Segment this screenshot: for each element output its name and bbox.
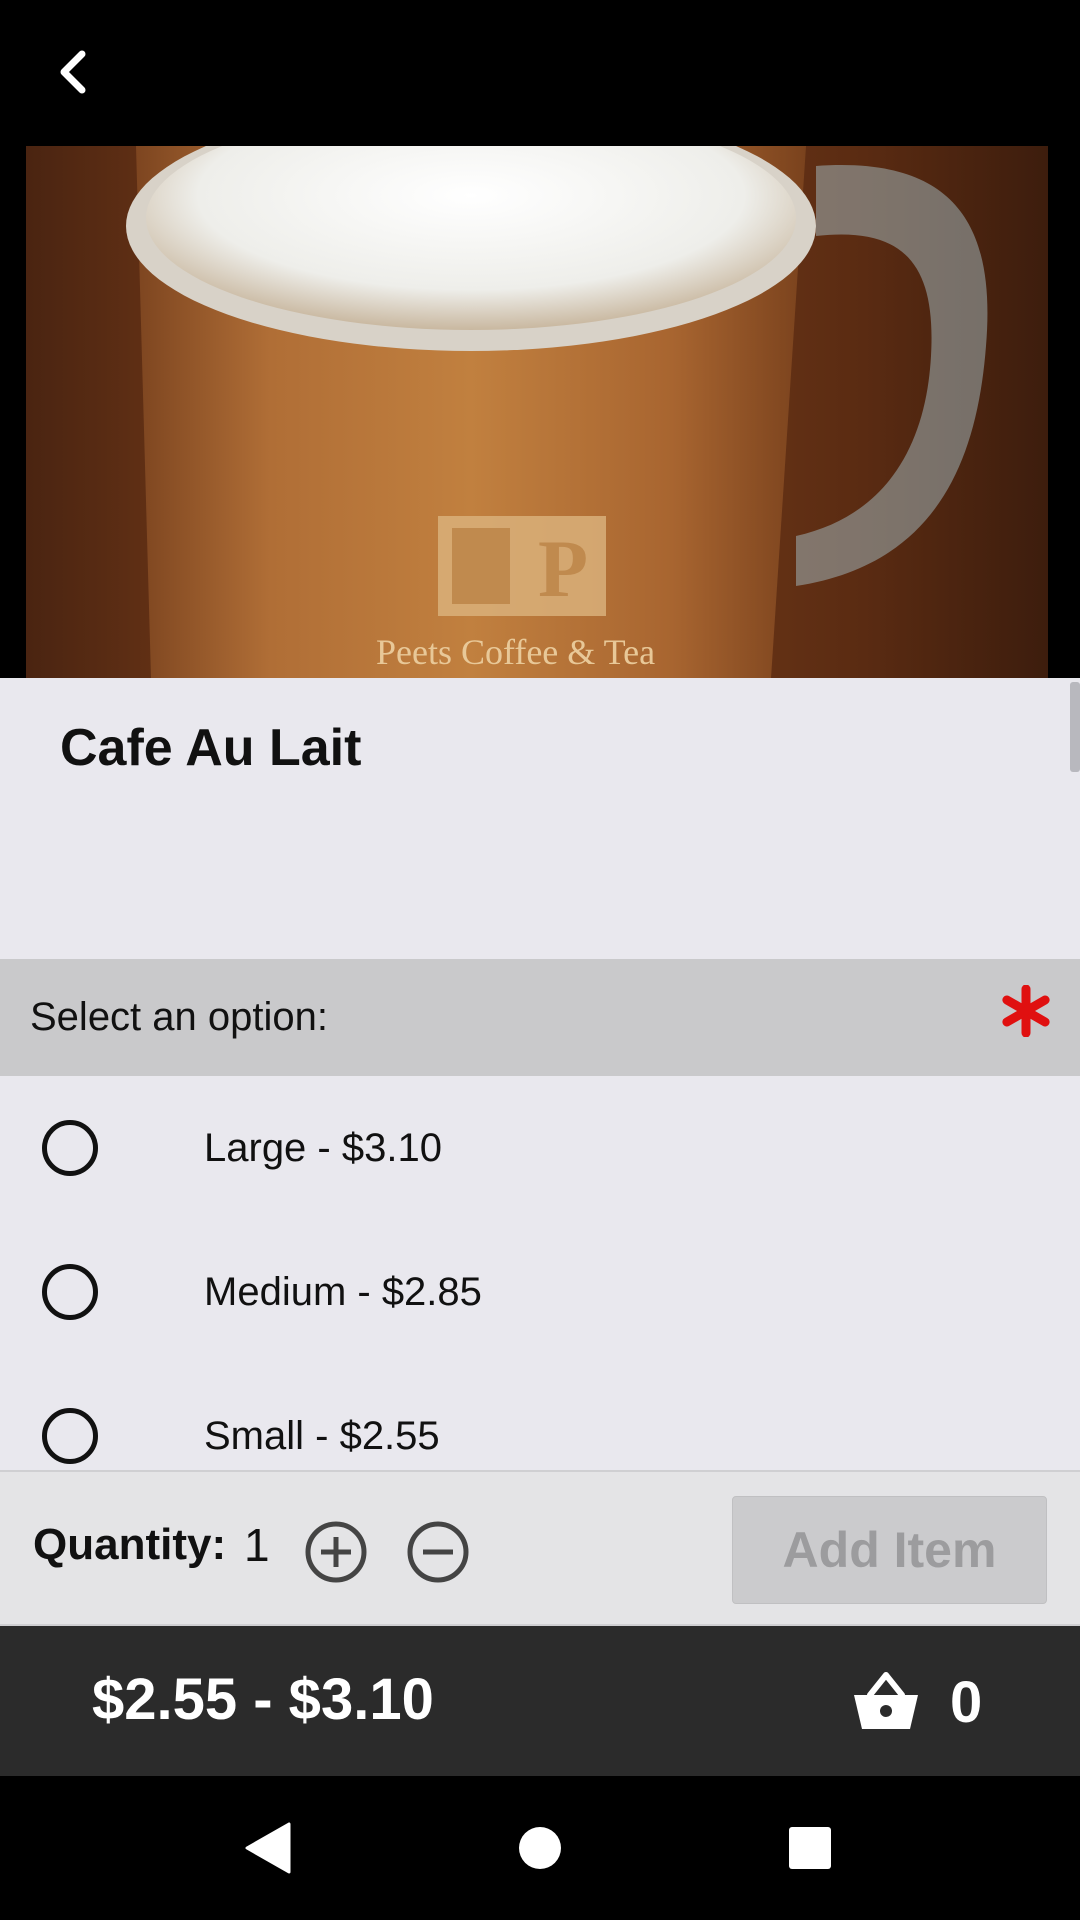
option-label: Large - $3.10 [204, 1126, 442, 1170]
radio-button[interactable] [42, 1408, 98, 1464]
quantity-bar: Quantity: 1 Add Item [0, 1470, 1080, 1626]
cart-count: 0 [950, 1669, 983, 1735]
add-item-button[interactable]: Add Item [732, 1496, 1047, 1604]
radio-button[interactable] [42, 1120, 98, 1176]
circle-home-icon [519, 1827, 561, 1869]
back-button[interactable] [40, 40, 104, 104]
quantity-label: Quantity: [33, 1520, 227, 1569]
asterisk-icon [1002, 985, 1050, 1037]
option-label: Medium - $2.85 [204, 1270, 482, 1314]
option-large[interactable]: Large - $3.10 [0, 1076, 1080, 1220]
cart-button[interactable]: 0 [852, 1660, 992, 1744]
brand-text: Peets Coffee & Tea [376, 632, 655, 672]
chevron-left-icon [60, 50, 86, 94]
checkout-bar: $2.55 - $3.10 0 [0, 1626, 1080, 1776]
item-title: Cafe Au Lait [60, 719, 362, 777]
option-header-label: Select an option: [30, 995, 328, 1039]
triangle-back-icon [245, 1822, 291, 1874]
system-home-button[interactable] [498, 1806, 582, 1890]
plus-circle-icon[interactable] [304, 1520, 368, 1584]
square-recents-icon [789, 1827, 831, 1869]
system-recents-button[interactable] [768, 1806, 852, 1890]
system-nav-bar [0, 1776, 1080, 1920]
option-label: Small - $2.55 [204, 1414, 440, 1458]
scrollbar[interactable] [1070, 682, 1080, 772]
basket-icon [854, 1672, 918, 1729]
option-medium[interactable]: Medium - $2.85 [0, 1220, 1080, 1364]
option-header: Select an option: [0, 959, 1080, 1076]
price-range: $2.55 - $3.10 [92, 1667, 434, 1732]
system-back-button[interactable] [226, 1806, 310, 1890]
product-image: P Peets Coffee & Tea [26, 146, 1048, 678]
top-app-bar [0, 0, 1080, 146]
quantity-value: 1 [244, 1519, 270, 1571]
brand-letter: P [538, 523, 588, 614]
minus-circle-icon[interactable] [406, 1520, 470, 1584]
radio-button[interactable] [42, 1264, 98, 1320]
